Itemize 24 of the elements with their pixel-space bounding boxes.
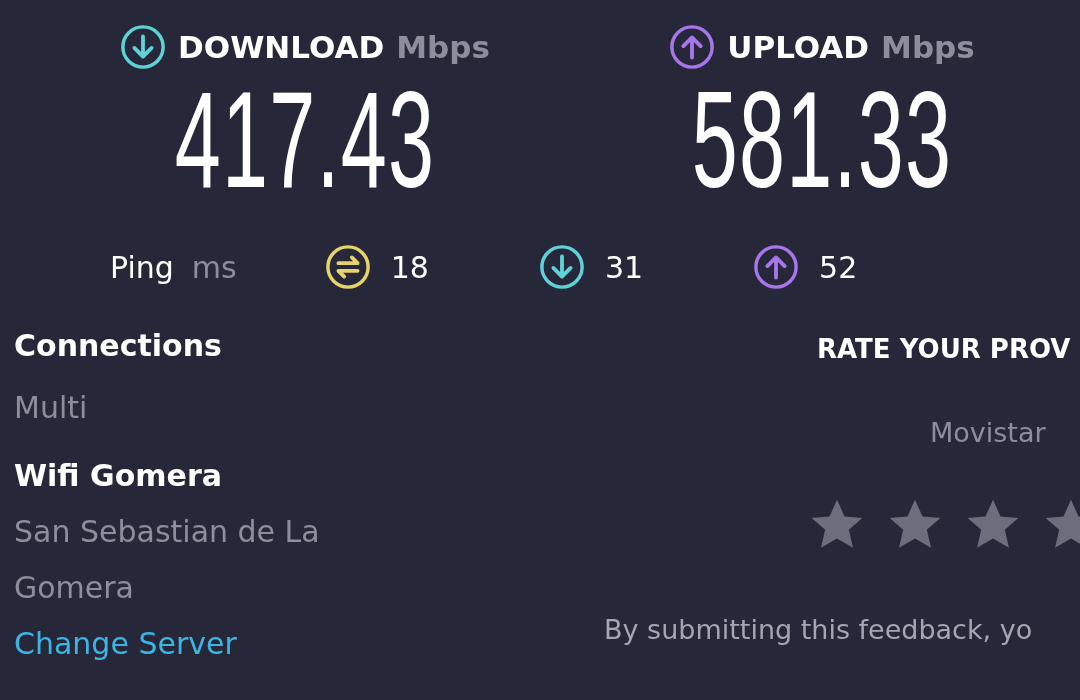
rating-title: RATE YOUR PROV — [817, 333, 1072, 366]
upload-unit: Mbps — [881, 31, 975, 63]
connections-value: Multi — [14, 389, 89, 427]
feedback-note: By submitting this feedback, yo — [604, 612, 1034, 647]
download-icon — [538, 244, 585, 290]
provider-name: Movistar — [930, 416, 1047, 450]
download-speed: 417.43 — [174, 70, 436, 208]
upload-label: UPLOAD — [727, 31, 870, 63]
ping-icon — [324, 244, 371, 290]
ping-value: 18 — [390, 248, 429, 287]
change-server-link[interactable]: Change Server — [14, 626, 237, 661]
download-label: DOWNLOAD — [178, 31, 385, 63]
section-heading: Connections — [14, 327, 223, 365]
download-icon — [120, 24, 167, 70]
ping-label: Ping — [110, 248, 174, 287]
ping-unit: ms — [191, 248, 237, 287]
download-unit: Mbps — [396, 31, 490, 63]
ping-value: 31 — [604, 248, 644, 287]
server-location: San Sebastian de La Gomera — [14, 513, 321, 607]
server-name: Wifi Gomera — [14, 457, 223, 495]
upload-icon — [753, 244, 800, 290]
upload-speed: 581.33 — [691, 70, 953, 208]
upload-icon — [669, 24, 716, 70]
ping-value: 52 — [819, 248, 858, 287]
